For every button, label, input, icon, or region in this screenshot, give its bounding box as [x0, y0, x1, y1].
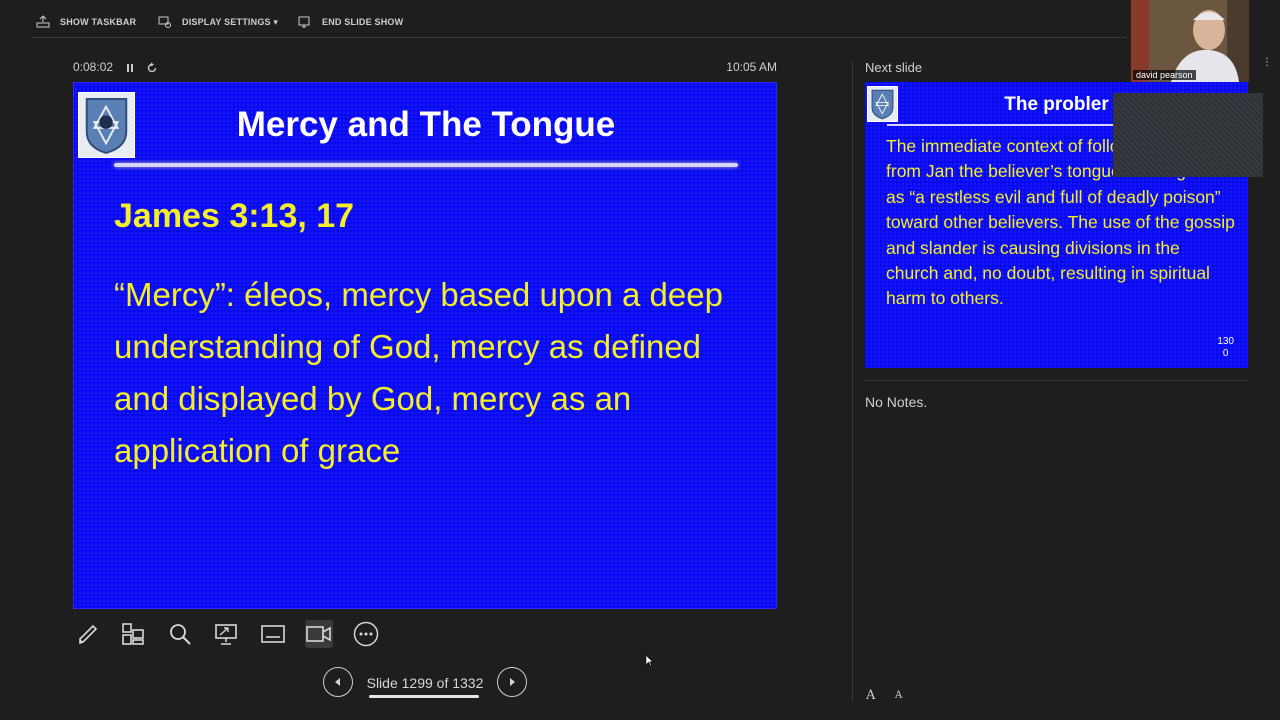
- end-slide-show-label: END SLIDE SHOW: [322, 17, 404, 27]
- more-options-icon: [353, 621, 379, 647]
- show-taskbar-button[interactable]: SHOW TASKBAR: [36, 14, 136, 30]
- slide-progress-bar: [369, 695, 479, 698]
- taskbar-icon: [36, 15, 50, 28]
- see-all-slides-button[interactable]: [119, 620, 147, 648]
- restart-icon: [147, 62, 157, 73]
- camera-toggle-button[interactable]: [305, 620, 333, 648]
- display-settings-icon: [158, 16, 171, 28]
- pen-icon: [79, 624, 98, 645]
- next-slide-button[interactable]: [497, 667, 527, 697]
- subtitles-button[interactable]: [259, 620, 287, 648]
- video-menu-icon[interactable]: ⋮: [1262, 58, 1272, 82]
- increase-font-button[interactable]: A: [866, 688, 875, 703]
- display-settings-label: DISPLAY SETTINGS ▾: [182, 16, 279, 27]
- restart-timer-button[interactable]: [146, 61, 158, 73]
- slide-counter[interactable]: Slide 1299 of 1332: [365, 675, 485, 691]
- mouse-cursor-icon: [645, 654, 655, 672]
- toolbar-divider: [32, 37, 1127, 38]
- more-options-button[interactable]: [352, 620, 380, 648]
- zoom-button[interactable]: [166, 620, 194, 648]
- zoom-icon: [170, 624, 191, 645]
- decrease-font-button[interactable]: A: [895, 690, 902, 701]
- end-slide-show-button[interactable]: END SLIDE SHOW: [298, 14, 403, 30]
- show-taskbar-label: SHOW TASKBAR: [60, 17, 137, 27]
- pointer-options-icon: [215, 624, 237, 645]
- slide-body-text: “Mercy”: éleos, mercy based upon a deep …: [114, 276, 723, 469]
- display-settings-button[interactable]: DISPLAY SETTINGS ▾: [158, 14, 278, 30]
- pen-tool-button[interactable]: [74, 620, 102, 648]
- title-divider: [114, 163, 738, 167]
- speaker-notes[interactable]: No Notes.: [865, 394, 927, 410]
- next-slide-label: Next slide: [865, 60, 923, 75]
- triangle-right-icon: [510, 678, 515, 686]
- current-time: 10:05 AM: [726, 60, 777, 74]
- pointer-options-button[interactable]: [212, 620, 240, 648]
- next-slide-number: 130 0: [1217, 336, 1234, 360]
- current-slide[interactable]: Mercy and The Tongue James 3:13, 17 “Mer…: [73, 82, 777, 609]
- end-show-icon: [298, 16, 310, 28]
- camera-icon: [306, 626, 331, 642]
- subtitles-icon: [261, 625, 285, 643]
- previous-slide-button[interactable]: [323, 667, 353, 697]
- slide-title: Mercy and The Tongue: [236, 105, 616, 144]
- pause-icon: [127, 64, 133, 72]
- notes-divider: [865, 380, 1248, 381]
- pane-divider[interactable]: [852, 62, 853, 702]
- pause-timer-button[interactable]: [124, 61, 136, 73]
- see-all-slides-icon: [122, 623, 144, 645]
- participant-name: david pearson: [1133, 70, 1196, 80]
- scripture-reference: James 3:13, 17: [114, 197, 355, 235]
- triangle-left-icon: [335, 678, 340, 686]
- elapsed-timer: 0:08:02: [73, 60, 114, 74]
- video-placeholder-tile: [1113, 93, 1263, 177]
- next-slide-number-top: 130: [1217, 336, 1234, 347]
- next-slide-number-bottom: 0: [1222, 348, 1229, 359]
